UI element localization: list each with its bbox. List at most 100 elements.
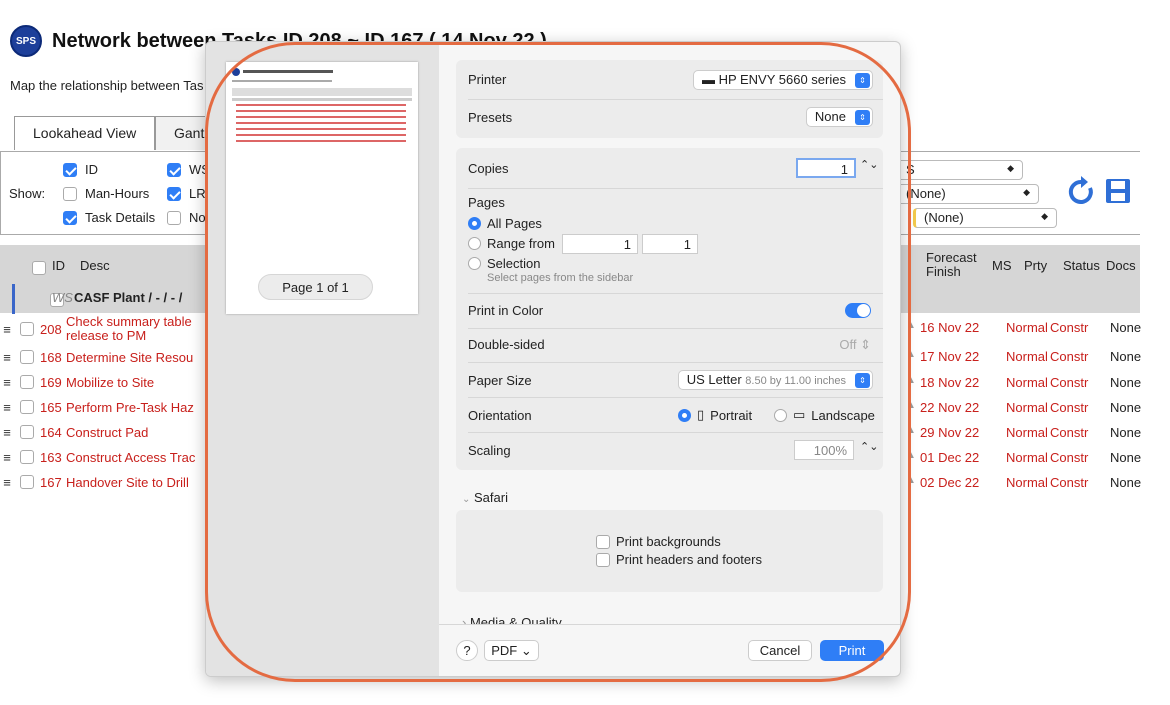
drag-handle-icon[interactable]: ≡ — [0, 375, 14, 390]
divider — [468, 328, 883, 329]
row-right-cells: ▲ 17 Nov 22 Normal Constr None — [906, 349, 1141, 364]
radio-label: All Pages — [487, 216, 542, 231]
row-desc: Construct Access Trac — [66, 449, 196, 465]
pdf-button[interactable]: PDF ⌄ — [484, 640, 539, 661]
radio[interactable] — [678, 408, 691, 422]
table-row[interactable]: ≡ 164 Construct Pad — [0, 422, 148, 442]
check-id[interactable]: ID — [63, 162, 98, 177]
copies-field[interactable]: 1 — [796, 158, 856, 178]
check-print-headers-footers[interactable]: Print headers and footers — [596, 552, 762, 567]
paper-size-select[interactable]: US Letter 8.50 by 11.00 inches ⇕ — [677, 370, 873, 390]
radio-range[interactable]: Range from — [468, 236, 555, 251]
col-prty: Prty — [1024, 258, 1048, 273]
radio[interactable] — [774, 408, 787, 422]
checkbox[interactable] — [167, 162, 181, 177]
radio[interactable] — [468, 237, 481, 250]
page-indicator: Page 1 of 1 — [258, 274, 373, 300]
stepper-icon[interactable]: ⌃⌄ — [860, 440, 878, 453]
check-task-details[interactable]: Task Details — [63, 210, 155, 225]
row-checkbox[interactable] — [20, 450, 34, 464]
divider — [468, 188, 883, 189]
select-group[interactable]: S ◆ — [897, 160, 1023, 180]
row-checkbox[interactable] — [20, 322, 34, 336]
drag-handle-icon[interactable]: ≡ — [0, 425, 14, 440]
copies-label: Copies — [468, 161, 509, 176]
check-man-hours[interactable]: Man-Hours — [63, 186, 149, 201]
checkbox[interactable] — [596, 534, 610, 549]
divider — [468, 99, 883, 100]
row-finish: 17 Nov 22 — [920, 349, 980, 364]
select-all-checkbox[interactable] — [32, 260, 46, 275]
check-print-backgrounds[interactable]: Print backgrounds — [596, 534, 721, 549]
row-prty: Normal — [1006, 425, 1048, 440]
drag-handle-icon[interactable]: ≡ — [0, 322, 14, 337]
select-highlight[interactable]: (None) ◆ — [913, 208, 1057, 228]
tab-lookahead-view[interactable]: Lookahead View — [14, 116, 156, 150]
col-desc: Desc — [80, 258, 110, 273]
row-docs: None — [1110, 320, 1142, 335]
checkbox[interactable] — [63, 210, 77, 225]
row-docs: None — [1110, 400, 1142, 415]
stepper-icon[interactable]: ⌃⌄ — [860, 158, 878, 171]
table-row[interactable]: ≡ 165 Perform Pre-Task Haz — [0, 397, 194, 417]
radio-all-pages[interactable]: All Pages — [468, 216, 542, 231]
ws-name: CASF Plant / - / - / — [74, 290, 183, 305]
print-button[interactable]: Print — [820, 640, 884, 661]
scaling-field[interactable]: 100% — [794, 440, 854, 460]
check-notes[interactable]: Not — [167, 210, 209, 225]
checkbox[interactable] — [596, 552, 610, 567]
select-filter[interactable]: (None) ◆ — [897, 184, 1039, 204]
radio[interactable] — [468, 257, 481, 270]
help-button[interactable]: ? — [456, 640, 478, 661]
range-from-field[interactable]: 1 — [562, 234, 638, 254]
drag-handle-icon[interactable]: ≡ — [0, 400, 14, 415]
row-docs: None — [1110, 375, 1142, 390]
range-to-field[interactable]: 1 — [642, 234, 698, 254]
row-checkbox[interactable] — [20, 425, 34, 439]
col-forecast-finish: Forecast Finish — [926, 250, 977, 279]
presets-select[interactable]: None ⇕ — [805, 107, 873, 127]
safari-section-toggle[interactable]: ⌄ Safari — [462, 490, 508, 505]
save-icon[interactable] — [1105, 178, 1131, 204]
checkbox[interactable] — [167, 186, 181, 201]
radio-selection[interactable]: Selection — [468, 256, 540, 271]
radio[interactable] — [468, 217, 481, 230]
scaling-label: Scaling — [468, 443, 511, 458]
printer-group: Printer ▬ HP ENVY 5660 series ⇕ Presets N… — [456, 60, 883, 138]
row-right-cells: ▲ 16 Nov 22 Normal Constr None — [906, 320, 1141, 335]
check-label: Print backgrounds — [616, 534, 721, 549]
table-row[interactable]: ≡ 208 Check summary table release to PM — [0, 314, 216, 344]
row-right-cells: ▲ 29 Nov 22 Normal Constr None — [906, 425, 1141, 440]
row-checkbox[interactable] — [20, 475, 34, 489]
table-row[interactable]: ≡ 163 Construct Access Trac — [0, 447, 195, 467]
radio-portrait[interactable]: ▯ Portrait — [678, 407, 752, 423]
row-checkbox[interactable] — [20, 350, 34, 364]
row-checkbox[interactable] — [20, 400, 34, 414]
row-desc: Determine Site Resou — [66, 349, 194, 365]
drag-handle-icon[interactable]: ≡ — [0, 450, 14, 465]
row-status: Constr — [1050, 400, 1089, 415]
landscape-icon: ▭ — [793, 407, 806, 422]
cancel-button[interactable]: Cancel — [748, 640, 812, 661]
double-sided-select[interactable]: Off ⇕ — [839, 337, 871, 353]
checkbox[interactable] — [63, 162, 77, 177]
table-row[interactable]: ≡ 167 Handover Site to Drill — [0, 472, 189, 492]
drag-handle-icon[interactable]: ≡ — [0, 350, 14, 365]
media-quality-toggle[interactable]: › Media & Quality — [462, 615, 562, 624]
checkbox[interactable] — [167, 210, 181, 225]
table-row[interactable]: ≡ 168 Determine Site Resou — [0, 347, 193, 367]
row-docs: None — [1110, 349, 1142, 364]
row-checkbox[interactable] — [20, 375, 34, 389]
row-desc: Handover Site to Drill — [66, 474, 189, 490]
table-row[interactable]: ≡ 169 Mobilize to Site — [0, 372, 154, 392]
updown-icon: ◆ — [1041, 211, 1048, 221]
row-finish: 02 Dec 22 — [920, 475, 980, 490]
color-toggle[interactable] — [845, 303, 871, 318]
drag-handle-icon[interactable]: ≡ — [0, 475, 14, 490]
checkbox[interactable] — [63, 186, 77, 201]
radio-landscape[interactable]: ▭ Landscape — [774, 407, 875, 423]
row-status: Constr — [1050, 450, 1089, 465]
printer-select[interactable]: ▬ HP ENVY 5660 series ⇕ — [692, 70, 873, 90]
refresh-icon[interactable] — [1067, 176, 1095, 206]
check-ws[interactable]: WS — [167, 162, 210, 177]
